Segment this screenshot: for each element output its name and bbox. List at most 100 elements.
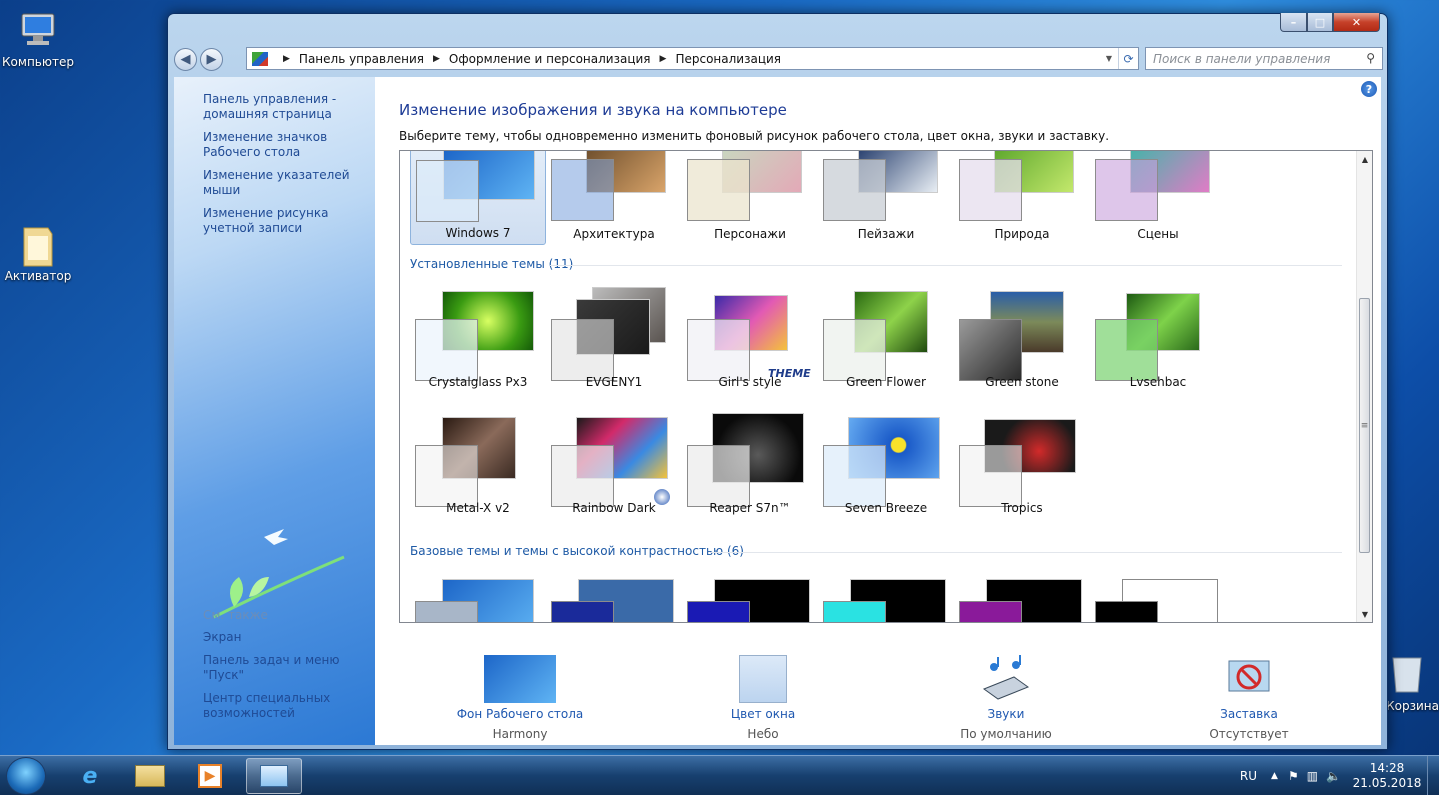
taskbar-explorer[interactable] [122,758,178,794]
theme-tile-lvsehbac[interactable]: Lvsehbac [1090,287,1226,393]
help-icon[interactable]: ? [1361,81,1377,97]
window-color-swatch [1095,601,1158,622]
theme-tile-basic-4[interactable] [818,573,954,622]
address-bar[interactable]: ▶ Панель управления ▶ Оформление и персо… [246,47,1139,70]
breadcrumb-item-personalization[interactable]: Персонализация [675,52,781,66]
taskbar-media-player[interactable]: ▶ [182,758,238,794]
forward-button[interactable]: ▶ [200,47,223,71]
see-also-link-taskbar[interactable]: Панель задач и меню "Пуск" [203,653,373,683]
sounds-item[interactable]: Звуки По умолчанию [926,655,1086,741]
window-color-swatch [551,159,614,221]
clock-date: 21.05.2018 [1352,776,1422,790]
theme-tile-rainbow-dark[interactable]: Rainbow Dark [546,413,682,519]
theme-tile-basic-5[interactable] [954,573,1090,622]
sidebar-link-mouse-pointers[interactable]: Изменение указателей мыши [203,168,373,198]
network-icon[interactable]: ▥ [1307,769,1318,783]
desktop-background-link[interactable]: Фон Рабочего стола [440,707,600,721]
screensaver-item[interactable]: Заставка Отсутствует [1169,655,1329,741]
breadcrumb-item-appearance[interactable]: Оформление и персонализация [449,52,651,66]
taskbar-internet-explorer[interactable]: e [62,758,118,794]
scrollbar-thumb[interactable]: ≡ [1359,298,1370,553]
window-color-swatch [687,159,750,221]
language-indicator[interactable]: RU [1240,769,1257,783]
search-input[interactable]: Поиск в панели управления ⚲ [1145,47,1383,70]
theme-tile-basic-2[interactable] [546,573,682,622]
computer-icon [16,8,60,52]
show-desktop-button[interactable] [1427,756,1439,795]
window-color-swatch [415,319,478,381]
screensaver-value: Отсутствует [1209,727,1289,741]
vertical-scrollbar[interactable]: ▲ ≡ ▼ [1356,151,1372,622]
minimize-button[interactable]: – [1280,13,1307,32]
system-tray: RU ▲ ⚑ ▥ 🔈 14:28 21.05.2018 [1240,756,1439,795]
theme-tile-seven-breeze[interactable]: Seven Breeze [818,413,954,519]
clock[interactable]: 14:28 21.05.2018 [1347,761,1427,791]
desktop-icon-activator[interactable]: Активатор [0,222,76,283]
window-color-item[interactable]: Цвет окна Небо [683,655,843,741]
sounds-link[interactable]: Звуки [926,707,1086,721]
media-player-icon: ▶ [198,764,222,788]
sidebar-link-home[interactable]: Панель управления - домашняя страница [203,92,373,122]
close-button[interactable]: ✕ [1333,13,1380,32]
main-content: ? Изменение изображения и звука на компь… [375,77,1381,745]
theme-tile-scenes[interactable]: Сцены [1090,151,1226,245]
theme-tile-girls-style[interactable]: THEME Girl's style [682,287,818,393]
theme-tile-basic-6[interactable] [1090,573,1226,622]
theme-label: Пейзажи [857,227,915,241]
theme-tile-crystalglass[interactable]: Crystalglass Px3 [410,287,546,393]
window-color-value: Небо [747,727,779,741]
theme-settings-bar: Фон Рабочего стола Harmony Цвет окна Неб… [376,637,1381,745]
breadcrumb-item-control-panel[interactable]: Панель управления [299,52,424,66]
action-center-flag-icon[interactable]: ⚑ [1288,769,1299,783]
desktop-background-item[interactable]: Фон Рабочего стола Harmony [440,655,600,741]
window-color-swatch [959,159,1022,221]
theme-label: Green stone [985,375,1059,389]
theme-label: Природа [994,227,1050,241]
page-title: Изменение изображения и звука на компьют… [399,101,787,119]
theme-tile-tropics[interactable]: Tropics [954,413,1090,519]
show-hidden-icons-icon[interactable]: ▲ [1271,771,1278,781]
theme-label: Tropics [1001,501,1043,515]
theme-label: Reaper S7n™ [709,501,791,515]
screensaver-link[interactable]: Заставка [1169,707,1329,721]
theme-tile-reaper[interactable]: Reaper S7n™ [682,413,818,519]
maximize-button[interactable]: □ [1307,13,1333,32]
scroll-down-icon[interactable]: ▼ [1357,606,1372,622]
taskbar-control-panel[interactable] [246,758,302,794]
see-also-link-accessibility[interactable]: Центр специальных возможностей [203,691,373,721]
refresh-icon[interactable]: ⟳ [1118,48,1138,69]
theme-label: Seven Breeze [844,501,928,515]
volume-icon[interactable]: 🔈 [1326,769,1341,783]
theme-tile-windows7[interactable]: Windows 7 [410,151,546,245]
sounds-value: По умолчанию [960,727,1052,741]
sidebar-link-desktop-icons[interactable]: Изменение значков Рабочего стола [203,130,373,160]
theme-tile-green-stone[interactable]: Green stone [954,287,1090,393]
forward-arrow-icon: ▶ [206,51,217,67]
scroll-up-icon[interactable]: ▲ [1357,151,1372,167]
theme-tile-landscapes[interactable]: Пейзажи [818,151,954,245]
theme-label: Green Flower [846,375,926,389]
theme-tile-basic-3[interactable] [682,573,818,622]
start-button[interactable] [6,757,46,795]
address-dropdown-icon[interactable]: ▼ [1102,48,1116,69]
search-icon[interactable]: ⚲ [1366,51,1375,65]
section-divider [710,552,1342,553]
window-controls: – □ ✕ [1280,13,1380,32]
window-color-link[interactable]: Цвет окна [683,707,843,721]
folder-icon [16,222,60,267]
folder-icon [135,765,165,787]
back-button[interactable]: ◀ [174,47,197,71]
see-also-link-display[interactable]: Экран [203,630,373,645]
theme-tile-basic-1[interactable] [410,573,546,622]
section-header-installed: Установленные темы (11) [410,257,574,271]
theme-tile-characters[interactable]: Персонажи [682,151,818,245]
theme-tile-metal-x[interactable]: Metal-X v2 [410,413,546,519]
desktop-icon-label: Активатор [4,269,72,283]
theme-tile-green-flower[interactable]: Green Flower [818,287,954,393]
theme-tile-nature[interactable]: Природа [954,151,1090,245]
desktop-icon-computer[interactable]: Компьютер [0,8,76,69]
theme-tile-evgeny1[interactable]: EVGENY1 [546,287,682,393]
theme-label: Crystalglass Px3 [428,375,528,389]
theme-tile-architecture[interactable]: Архитектура [546,151,682,245]
sidebar-link-account-picture[interactable]: Изменение рисунка учетной записи [203,206,373,236]
